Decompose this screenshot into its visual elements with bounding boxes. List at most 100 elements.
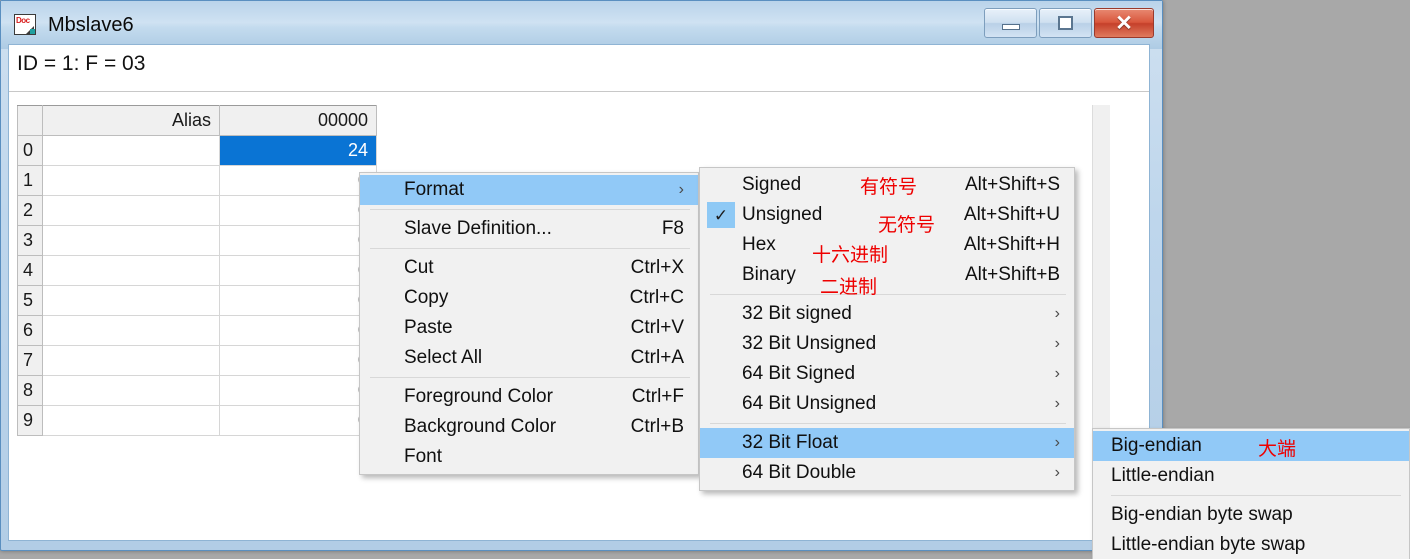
endian-submenu[interactable]: Big-endian大端 Little-endian Big-endian byte… [1092,428,1410,559]
alias-cell[interactable] [43,136,220,166]
register-cell[interactable]: 0 [220,286,377,316]
menu-item-little-endian-byte-swap[interactable]: Little-endian byte swap [1093,530,1409,559]
row-header[interactable]: 2 [18,196,43,226]
menu-item-select-all[interactable]: Select AllCtrl+A [360,343,698,373]
menu-item-label: 32 Bit Float [742,432,1055,454]
register-cell[interactable]: 0 [220,376,377,406]
table-row[interactable]: 40 [18,256,377,286]
chevron-right-icon: › [1055,365,1074,383]
menu-item-label: 64 Bit Signed [742,363,1055,385]
register-cell[interactable]: 0 [220,406,377,436]
register-cell[interactable]: 0 [220,346,377,376]
menu-item-64-bit-signed[interactable]: 64 Bit Signed› [700,359,1074,389]
column-header-register[interactable]: 00000 [220,106,377,136]
alias-cell[interactable] [43,286,220,316]
format-submenu[interactable]: SignedAlt+Shift+S有符号✓ UnsignedAlt+Shift+U… [699,167,1075,491]
row-header[interactable]: 1 [18,166,43,196]
table-row[interactable]: 80 [18,376,377,406]
menu-item-slave-definition[interactable]: Slave Definition...F8 [360,214,698,244]
row-header[interactable]: 5 [18,286,43,316]
menu-item-format[interactable]: Format› [360,175,698,205]
minimize-icon [1002,24,1020,30]
menu-item-shortcut: Alt+Shift+U [964,204,1074,226]
menu-separator [710,423,1066,424]
table-row[interactable]: 70 [18,346,377,376]
alias-cell[interactable] [43,316,220,346]
menu-gutter [360,253,404,283]
menu-item-label: Little-endian [1111,465,1409,487]
register-cell[interactable]: 0 [220,166,377,196]
alias-cell[interactable] [43,376,220,406]
row-header[interactable]: 6 [18,316,43,346]
register-cell[interactable]: 0 [220,196,377,226]
menu-item-foreground-color[interactable]: Foreground ColorCtrl+F [360,382,698,412]
close-icon: ✕ [1115,13,1133,34]
menu-item-little-endian[interactable]: Little-endian [1093,461,1409,491]
menu-item-cut[interactable]: CutCtrl+X [360,253,698,283]
menu-item-32-bit-unsigned[interactable]: 32 Bit Unsigned› [700,329,1074,359]
menu-item-big-endian[interactable]: Big-endian大端 [1093,431,1409,461]
menu-item-binary[interactable]: BinaryAlt+Shift+B二进制 [700,260,1074,290]
menu-item-big-endian-byte-swap[interactable]: Big-endian byte swap [1093,500,1409,530]
row-header[interactable]: 3 [18,226,43,256]
alias-cell[interactable] [43,406,220,436]
alias-cell[interactable] [43,256,220,286]
register-cell[interactable]: 0 [220,256,377,286]
row-header[interactable]: 8 [18,376,43,406]
checkmark-icon: ✓ [700,200,742,230]
table-row[interactable]: 50 [18,286,377,316]
table-row[interactable]: 20 [18,196,377,226]
close-button[interactable]: ✕ [1094,8,1154,38]
chevron-right-icon: › [1055,305,1074,323]
menu-item-label: Unsigned [742,204,964,226]
table-row[interactable]: 90 [18,406,377,436]
row-header[interactable]: 9 [18,406,43,436]
register-cell[interactable]: 0 [220,316,377,346]
menu-gutter [360,214,404,244]
menu-gutter [1093,431,1111,461]
chevron-right-icon: › [1055,395,1074,413]
header-divider [9,91,1149,92]
menu-item-64-bit-double[interactable]: 64 Bit Double› [700,458,1074,488]
menu-item-label: 32 Bit signed [742,303,1055,325]
maximize-button[interactable] [1039,8,1092,38]
context-menu[interactable]: Format› Slave Definition...F8 CutCtrl+XCop… [359,172,699,475]
menu-item-unsigned[interactable]: ✓UnsignedAlt+Shift+U无符号 [700,200,1074,230]
menu-item-signed[interactable]: SignedAlt+Shift+S有符号 [700,170,1074,200]
column-header-alias[interactable]: Alias [43,106,220,136]
menu-item-label: Paste [404,317,631,339]
menu-item-64-bit-unsigned[interactable]: 64 Bit Unsigned› [700,389,1074,419]
menu-item-shortcut: Ctrl+X [631,257,698,279]
alias-cell[interactable] [43,226,220,256]
check-glyph: ✓ [707,202,735,228]
menu-separator [1111,495,1401,496]
menu-separator [370,209,690,210]
table-row[interactable]: 10 [18,166,377,196]
title-bar[interactable]: Doc Mbslave6 ✕ [1,1,1162,49]
menu-item-background-color[interactable]: Background ColorCtrl+B [360,412,698,442]
row-header[interactable]: 4 [18,256,43,286]
register-cell-selected[interactable]: 24 [220,136,377,166]
table-row[interactable]: 0 24 [18,136,377,166]
alias-cell[interactable] [43,196,220,226]
alias-cell[interactable] [43,166,220,196]
row-header[interactable]: 0 [18,136,43,166]
register-table[interactable]: Alias 00000 024102030405060708090 [17,105,377,436]
menu-gutter [700,260,742,290]
table-row[interactable]: 60 [18,316,377,346]
window-title: Mbslave6 [48,14,134,37]
table-row[interactable]: 30 [18,226,377,256]
menu-item-32-bit-float[interactable]: 32 Bit Float› [700,428,1074,458]
register-cell[interactable]: 0 [220,226,377,256]
menu-item-copy[interactable]: CopyCtrl+C [360,283,698,313]
alias-cell[interactable] [43,346,220,376]
minimize-button[interactable] [984,8,1037,38]
menu-item-32-bit-signed[interactable]: 32 Bit signed› [700,299,1074,329]
menu-item-hex[interactable]: HexAlt+Shift+H十六进制 [700,230,1074,260]
row-header[interactable]: 7 [18,346,43,376]
menu-separator [370,248,690,249]
menu-item-paste[interactable]: PasteCtrl+V [360,313,698,343]
grid-scrollbar[interactable] [1092,105,1110,435]
menu-item-font[interactable]: Font [360,442,698,472]
menu-item-shortcut: Ctrl+A [631,347,698,369]
